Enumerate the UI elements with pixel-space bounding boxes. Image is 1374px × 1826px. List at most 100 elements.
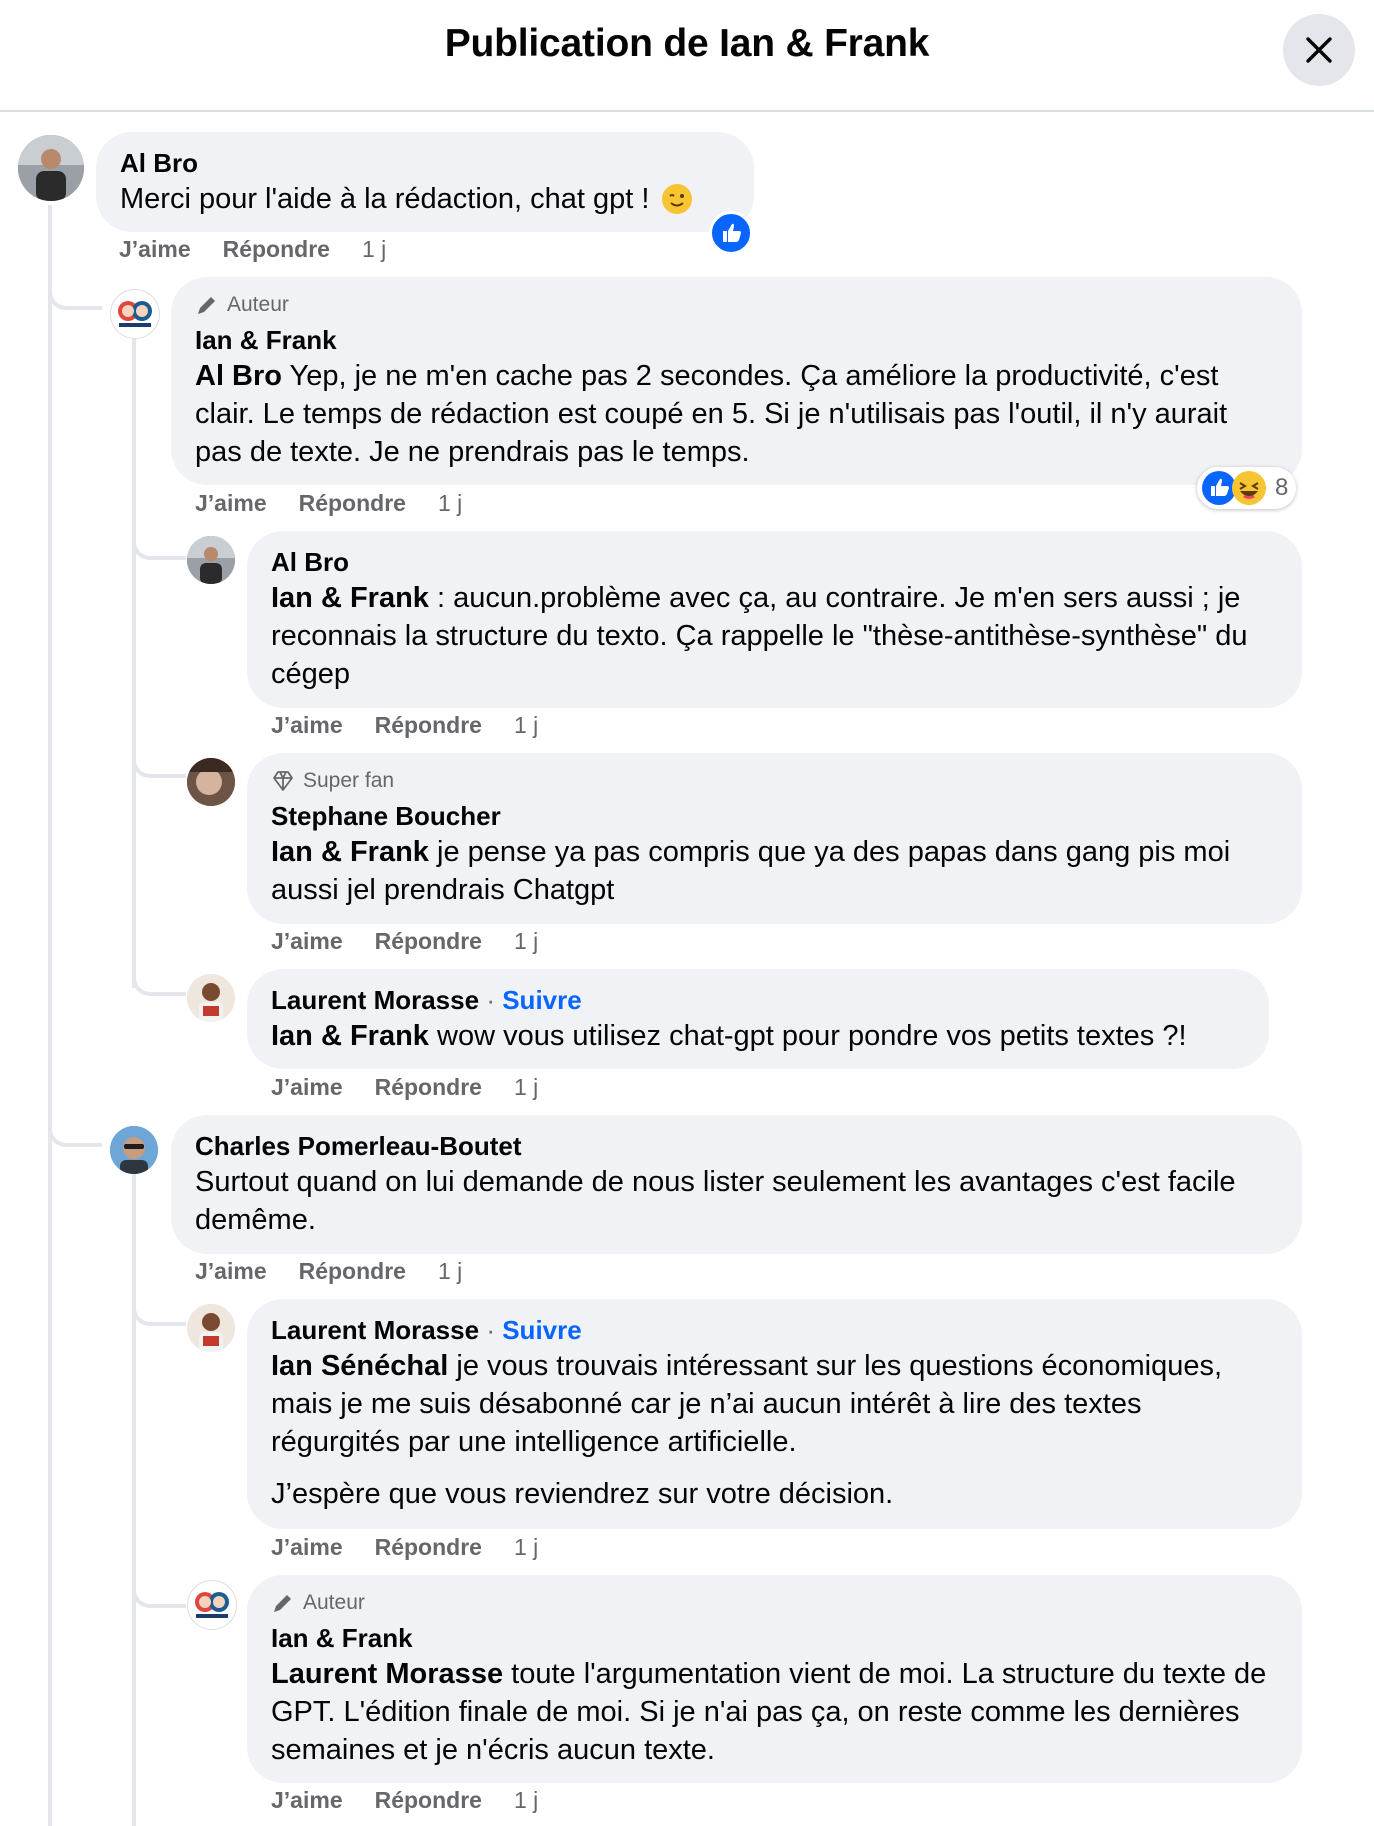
thread-line (132, 338, 136, 988)
comment-bubble: Laurent Morasse · Suivre Ian Sénéchal je… (247, 1299, 1302, 1529)
comment-author[interactable]: Laurent Morasse · Suivre (271, 1313, 1278, 1347)
comment-bubble: Super fan Stephane Boucher Ian & Frank j… (247, 753, 1302, 924)
comment-body: Merci pour l'aide à la rédaction, chat g… (120, 183, 658, 215)
mention-link[interactable]: Laurent Morasse (271, 1658, 503, 1690)
profile-photo (110, 1126, 158, 1174)
comment-bubble: Al Bro Merci pour l'aide à la rédaction,… (96, 132, 754, 232)
timestamp[interactable]: 1 j (438, 1258, 462, 1285)
comment-bubble: Charles Pomerleau-Boutet Surtout quand o… (171, 1115, 1302, 1254)
fan-badge: Super fan (271, 767, 1278, 795)
timestamp[interactable]: 1 j (514, 1787, 538, 1814)
dialog-header: Publication de Ian & Frank (0, 0, 1374, 112)
comment-actions: J’aime Répondre 1 j (271, 1534, 538, 1561)
comment-text: Ian & Frank je pense ya pas compris que … (271, 833, 1278, 909)
reaction-summary[interactable]: 8 (1197, 467, 1297, 509)
avatar[interactable] (187, 758, 235, 806)
close-icon (1306, 37, 1332, 63)
profile-photo (118, 301, 152, 327)
reply-button[interactable]: Répondre (375, 712, 482, 739)
timestamp[interactable]: 1 j (438, 490, 462, 517)
like-button[interactable]: J’aime (119, 236, 191, 263)
haha-reaction-icon (1232, 471, 1266, 505)
comment-text: Surtout quand on lui demande de nous lis… (195, 1166, 1236, 1236)
thread-connector (132, 540, 186, 560)
reply-button[interactable]: Répondre (375, 1074, 482, 1101)
author-name[interactable]: Laurent Morasse (271, 1315, 479, 1345)
reply-button[interactable]: Répondre (375, 928, 482, 955)
wink-emoji-icon (661, 184, 692, 214)
like-button[interactable]: J’aime (271, 712, 343, 739)
thread-connector (132, 758, 186, 778)
comment-author[interactable]: Al Bro (271, 545, 1278, 579)
avatar[interactable] (187, 1304, 235, 1352)
avatar[interactable] (18, 135, 84, 201)
timestamp[interactable]: 1 j (514, 712, 538, 739)
comment-actions: J’aime Répondre 1 j (271, 1074, 538, 1101)
comment-text: Al Bro Yep, je ne m'en cache pas 2 secon… (195, 357, 1278, 471)
avatar[interactable] (187, 536, 235, 584)
comment-body: Yep, je ne m'en cache pas 2 secondes. Ça… (195, 360, 1228, 468)
comment-text: Ian Sénéchal je vous trouvais intéressan… (271, 1347, 1278, 1461)
diamond-icon (273, 771, 293, 791)
comment-actions: J’aime Répondre 1 j (195, 1258, 462, 1285)
comment-actions: J’aime Répondre 1 j (195, 490, 462, 517)
reaction-count: 8 (1275, 474, 1289, 501)
close-button[interactable] (1283, 14, 1355, 86)
like-button[interactable]: J’aime (195, 1258, 267, 1285)
like-reaction-icon[interactable] (709, 211, 753, 255)
profile-photo (187, 758, 235, 806)
timestamp[interactable]: 1 j (514, 1534, 538, 1561)
comment-author[interactable]: Al Bro (120, 146, 730, 180)
badge-label: Super fan (303, 769, 395, 792)
mention-link[interactable]: Ian Sénéchal (271, 1350, 448, 1382)
like-button[interactable]: J’aime (271, 1534, 343, 1561)
separator-dot: · (486, 985, 495, 1015)
timestamp[interactable]: 1 j (362, 236, 386, 263)
avatar[interactable] (187, 1580, 237, 1630)
comment-body: wow vous utilisez chat-gpt pour pondre v… (428, 1020, 1187, 1052)
mention-link[interactable]: Ian & Frank (271, 836, 429, 868)
comment-bubble: Auteur Ian & Frank Laurent Morasse toute… (247, 1575, 1302, 1783)
profile-photo (187, 1304, 235, 1352)
profile-photo (195, 1592, 229, 1618)
like-button[interactable]: J’aime (271, 1787, 343, 1814)
like-button[interactable]: J’aime (195, 490, 267, 517)
comment-author[interactable]: Stephane Boucher (271, 799, 1278, 833)
comment-author[interactable]: Charles Pomerleau-Boutet (195, 1129, 1278, 1163)
author-badge: Auteur (271, 1589, 1278, 1617)
author-name[interactable]: Laurent Morasse (271, 985, 479, 1015)
comment-author[interactable]: Ian & Frank (195, 323, 1278, 357)
mention-link[interactable]: Ian & Frank (271, 1020, 429, 1052)
comment-author[interactable]: Laurent Morasse · Suivre (271, 983, 1245, 1017)
profile-photo (18, 135, 84, 201)
timestamp[interactable]: 1 j (514, 928, 538, 955)
comment-text: Ian & Frank : aucun.problème avec ça, au… (271, 579, 1278, 693)
badge-label: Auteur (303, 1591, 365, 1614)
like-button[interactable]: J’aime (271, 928, 343, 955)
reply-button[interactable]: Répondre (299, 490, 406, 517)
avatar[interactable] (187, 974, 235, 1022)
avatar[interactable] (110, 289, 160, 339)
avatar[interactable] (110, 1126, 158, 1174)
comment-author[interactable]: Ian & Frank (271, 1621, 1278, 1655)
comment-bubble: Laurent Morasse · Suivre Ian & Frank wow… (247, 969, 1269, 1069)
like-button[interactable]: J’aime (271, 1074, 343, 1101)
reply-button[interactable]: Répondre (223, 236, 330, 263)
profile-photo (187, 974, 235, 1022)
mention-link[interactable]: Al Bro (195, 360, 282, 392)
follow-button[interactable]: Suivre (502, 985, 582, 1015)
comment-bubble: Al Bro Ian & Frank : aucun.problème avec… (247, 531, 1302, 708)
follow-button[interactable]: Suivre (502, 1315, 582, 1345)
comment-actions: J’aime Répondre 1 j (271, 712, 538, 739)
thread-connector (132, 1588, 186, 1608)
reply-button[interactable]: Répondre (375, 1787, 482, 1814)
timestamp[interactable]: 1 j (514, 1074, 538, 1101)
thread-connector (132, 1306, 186, 1326)
comment-bubble: Auteur Ian & Frank Al Bro Yep, je ne m'e… (171, 277, 1302, 485)
mention-link[interactable]: Ian & Frank (271, 582, 429, 614)
reply-button[interactable]: Répondre (375, 1534, 482, 1561)
thread-connector (48, 290, 102, 310)
thread-line (48, 205, 52, 1826)
comment-actions: J’aime Répondre 1 j (271, 1787, 538, 1814)
reply-button[interactable]: Répondre (299, 1258, 406, 1285)
